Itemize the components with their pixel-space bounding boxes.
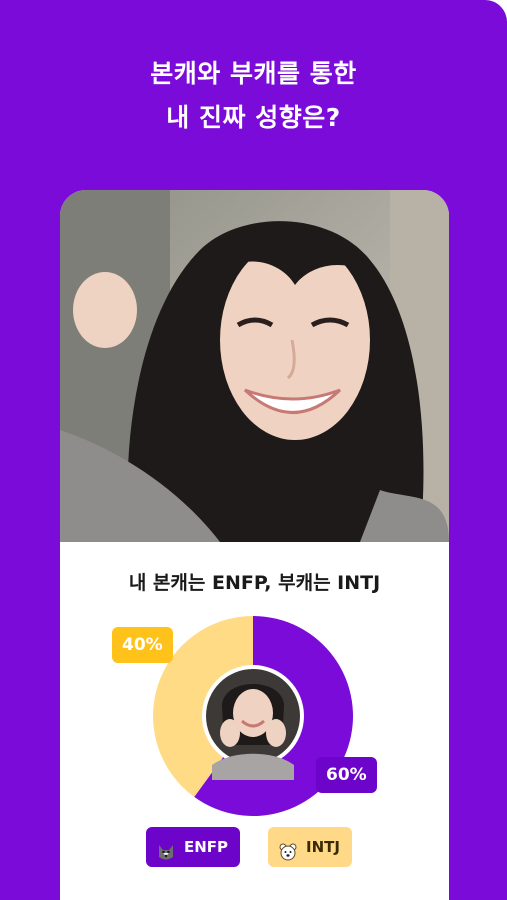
legend-item-intj: INTJ <box>268 827 352 867</box>
data-label-intj: 40% <box>112 627 173 663</box>
result-caption: 내 본캐는 ENFP, 부캐는 INTJ <box>128 572 381 594</box>
legend-label-intj: INTJ <box>306 838 340 856</box>
legend-label-enfp: ENFP <box>184 838 229 856</box>
avatar-hand-left <box>220 719 240 747</box>
headline-line-1: 본캐와 부캐를 통한 <box>150 59 357 88</box>
result-card: 내 본캐는 ENFP, 부캐는 INTJ 40% 60% ENFP INTJ <box>60 190 449 900</box>
app-frame: 본캐와 부캐를 통한 내 진짜 성향은? 내 본캐는 ENFP, 부캐는 INT… <box>0 0 507 900</box>
legend-item-enfp: ENFP <box>146 827 241 867</box>
avatar-hand-right <box>266 719 286 747</box>
husky-icon <box>156 837 176 860</box>
data-label-enfp: 60% <box>316 757 377 793</box>
bear-icon <box>278 837 298 861</box>
profile-photo <box>60 190 449 542</box>
headline-line-2: 내 진짜 성향은? <box>166 103 341 132</box>
headline: 본캐와 부캐를 통한 내 진짜 성향은? <box>0 52 507 140</box>
